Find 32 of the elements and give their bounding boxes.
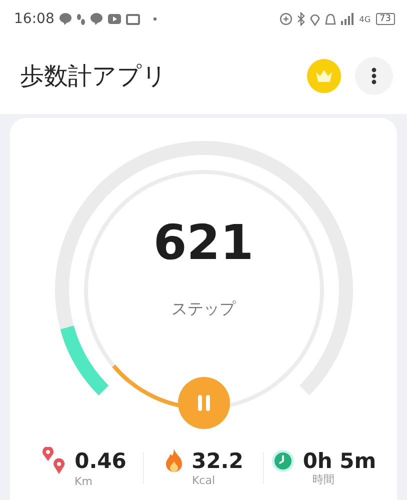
step-unit: ステップ xyxy=(172,299,236,320)
battery-level: 73 xyxy=(376,13,395,25)
crown-icon xyxy=(315,69,333,83)
bluetooth-icon xyxy=(297,12,306,26)
dot-icon xyxy=(153,17,158,21)
stat-label: Kcal xyxy=(192,474,216,487)
stat-label: Km xyxy=(74,475,92,488)
stat-value: 32.2 xyxy=(192,449,244,473)
step-count: 621 xyxy=(153,215,254,271)
clock-icon xyxy=(270,449,295,473)
video-play-icon xyxy=(108,14,122,24)
stat-value: 0.46 xyxy=(74,449,126,473)
location-pin-icon xyxy=(310,12,320,26)
menu-button[interactable] xyxy=(355,57,393,95)
network-type: 4G xyxy=(359,14,371,24)
bell-icon xyxy=(325,13,336,25)
stat-label: 時間 xyxy=(312,473,334,486)
stat-value: 0h 5m xyxy=(302,449,376,473)
pause-icon xyxy=(196,394,210,412)
flame-icon xyxy=(164,448,184,474)
premium-button[interactable] xyxy=(307,59,341,93)
signal-icon xyxy=(341,13,354,25)
clock-time: 16:08 xyxy=(14,11,54,27)
chat-bubble-icon xyxy=(90,12,104,26)
screen-icon xyxy=(126,14,140,24)
more-icon xyxy=(371,67,377,85)
app-title: 歩数計アプリ xyxy=(20,61,168,92)
footprints-icon xyxy=(77,12,86,26)
chat-bubble-icon xyxy=(59,12,72,26)
location-pins-icon xyxy=(40,447,67,475)
add-circle-icon xyxy=(280,13,292,25)
pause-button[interactable] xyxy=(178,377,230,429)
